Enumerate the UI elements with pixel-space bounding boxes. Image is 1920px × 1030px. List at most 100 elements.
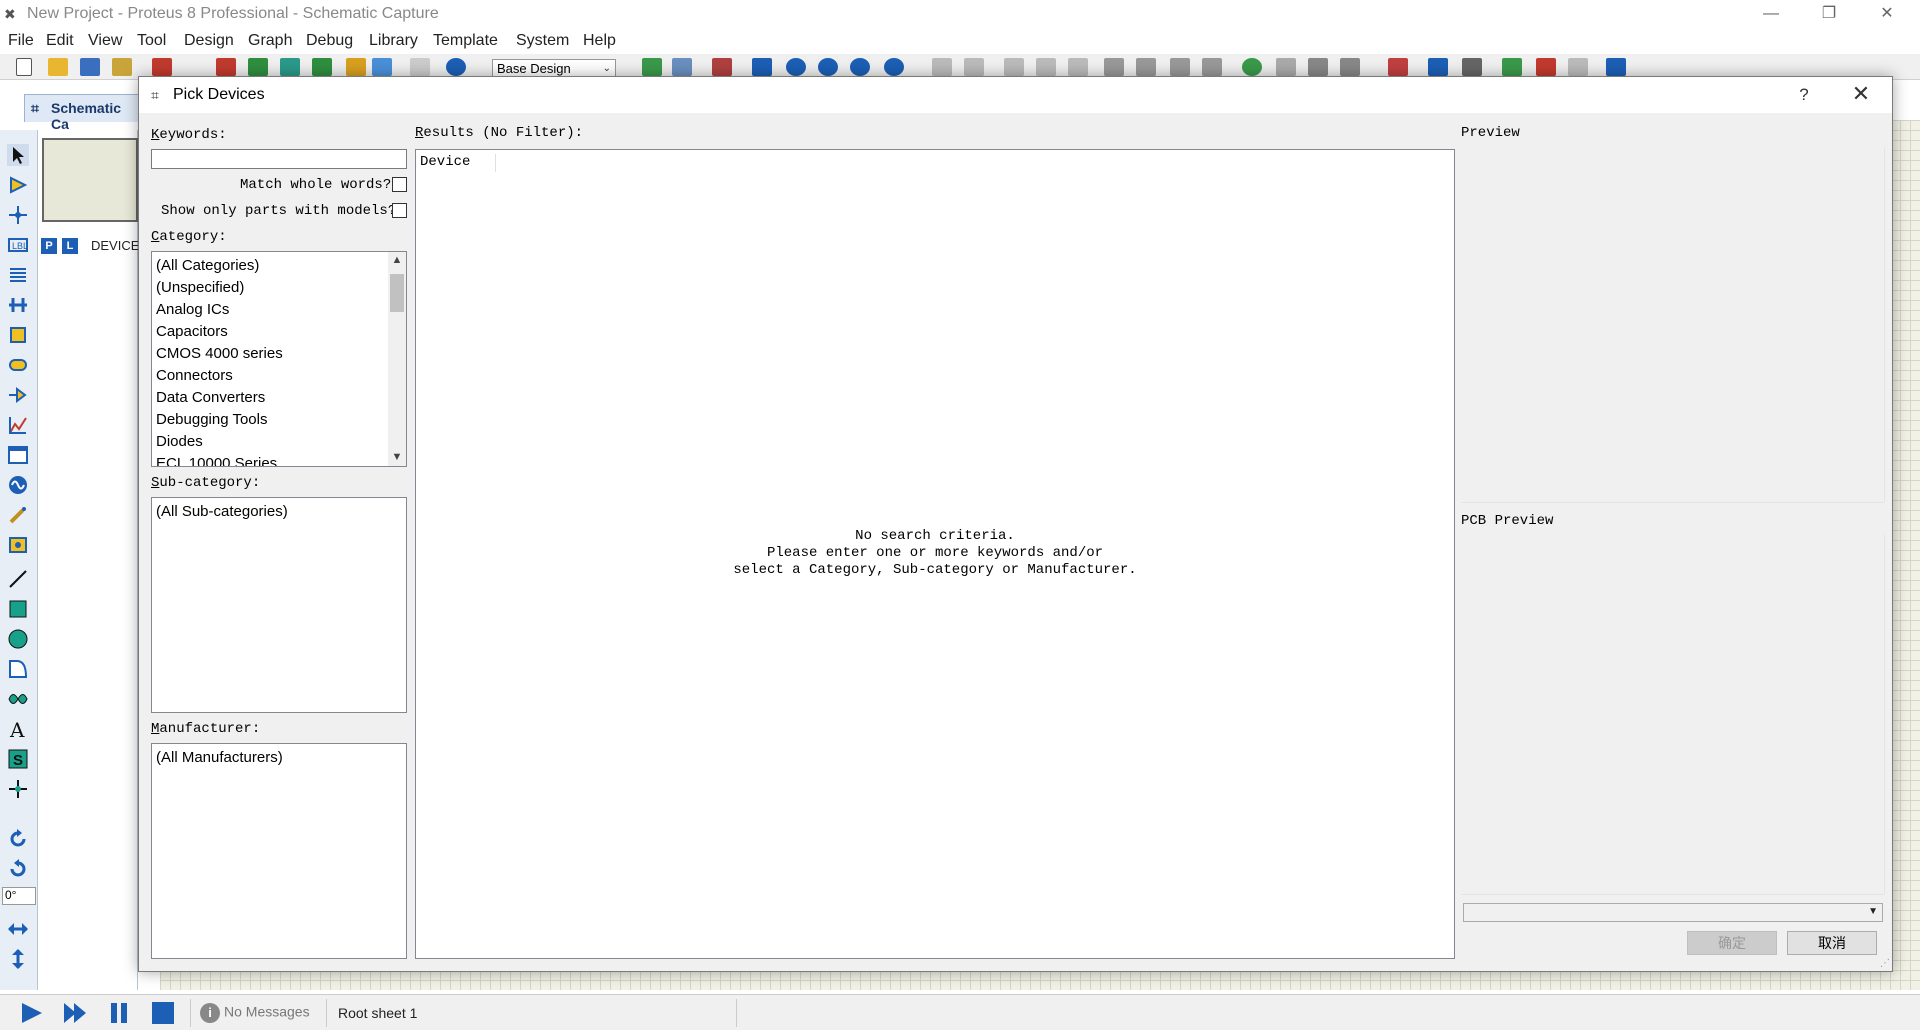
manufacturer-listbox[interactable]: (All Manufacturers) [151,743,407,959]
box-tool-icon[interactable] [7,598,29,620]
property-tool-icon[interactable] [1462,58,1482,76]
grid-icon[interactable] [672,58,692,76]
probe-mode-icon[interactable] [7,504,29,526]
ok-button[interactable]: 确定 [1687,931,1777,955]
undo-icon[interactable] [932,58,952,76]
remove-sheet-icon[interactable] [1536,58,1556,76]
bus-icon[interactable] [7,294,29,316]
active-popup-icon[interactable] [7,444,29,466]
tab-schematic-capture[interactable]: ⌗ Schematic Ca [24,94,140,132]
list-item[interactable]: Diodes [152,431,406,453]
subcircuit-icon[interactable] [7,324,29,346]
new-sheet-icon[interactable] [1502,58,1522,76]
bom-icon[interactable] [346,58,366,76]
menu-system[interactable]: System [516,32,569,50]
stop-icon[interactable] [150,1001,176,1025]
wire-autorouter-icon[interactable] [1388,58,1408,76]
text-script-icon[interactable] [7,264,29,286]
pause-icon[interactable] [106,1001,132,1025]
make-device-icon[interactable] [1276,58,1296,76]
menu-tool[interactable]: Tool [137,32,166,50]
list-item[interactable]: (All Sub-categories) [152,501,406,523]
scroll-up-icon[interactable]: ▲ [388,252,406,269]
junction-dot-icon[interactable] [7,204,29,226]
symbol-tool-icon[interactable]: S [7,748,29,770]
device-pins-icon[interactable] [7,384,29,406]
restore-button[interactable]: ❐ [1800,0,1858,30]
menu-help[interactable]: Help [583,32,616,50]
menu-file[interactable]: File [8,32,34,50]
block-rotate-icon[interactable] [1170,58,1190,76]
list-item[interactable]: (All Categories) [152,255,406,277]
mirror-horizontal-icon[interactable] [7,918,29,940]
search-part-icon[interactable] [1428,58,1448,76]
schematic-icon[interactable] [216,58,236,76]
keywords-input[interactable] [151,149,407,169]
exit-to-parent-icon[interactable] [1568,58,1588,76]
selection-mode-icon[interactable] [7,144,29,166]
notes-icon[interactable] [410,58,430,76]
refresh-icon[interactable] [642,58,662,76]
list-item[interactable]: (Unspecified) [152,277,406,299]
graph-mode-icon[interactable] [7,414,29,436]
list-item[interactable]: Analog ICs [152,299,406,321]
subcategory-listbox[interactable]: (All Sub-categories) [151,497,407,713]
open-folder-icon[interactable] [48,58,68,76]
pcb-layout-icon[interactable] [248,58,268,76]
rotation-angle-field[interactable]: 0° [2,887,36,905]
messages-indicator[interactable]: i No Messages [200,1003,310,1023]
scroll-thumb[interactable] [390,274,404,312]
new-file-icon[interactable] [16,58,32,76]
virtual-instruments-icon[interactable] [7,534,29,556]
list-item[interactable]: Debugging Tools [152,409,406,431]
list-item[interactable]: Capacitors [152,321,406,343]
list-item[interactable]: Data Converters [152,387,406,409]
menu-design[interactable]: Design [184,32,234,50]
cut-icon[interactable] [1004,58,1024,76]
show-only-models-checkbox[interactable] [392,203,407,218]
overview-window[interactable] [42,138,138,222]
marker-tool-icon[interactable] [7,778,29,800]
dialog-close-button[interactable]: ✕ [1846,81,1876,107]
component-mode-icon[interactable] [7,174,29,196]
mirror-vertical-icon[interactable] [7,948,29,970]
zoom-out-icon[interactable] [818,58,838,76]
menu-library[interactable]: Library [369,32,418,50]
source-code-icon[interactable] [372,58,392,76]
step-icon[interactable] [62,1001,88,1025]
pcb-package-select[interactable]: ▼ [1463,903,1883,922]
zoom-area-icon[interactable] [884,58,904,76]
arc-tool-icon[interactable] [7,658,29,680]
block-move-icon[interactable] [1136,58,1156,76]
menu-debug[interactable]: Debug [306,32,353,50]
line-tool-icon[interactable] [7,568,29,590]
zoom-all-icon[interactable] [850,58,870,76]
wire-label-icon[interactable]: LBL [7,234,29,256]
decompose-icon[interactable] [1340,58,1360,76]
list-item[interactable]: ECL 10000 Series [152,453,406,466]
scroll-down-icon[interactable]: ▼ [388,449,406,466]
origin-icon[interactable] [712,58,732,76]
menu-graph[interactable]: Graph [248,32,292,50]
generator-mode-icon[interactable] [7,474,29,496]
redo-icon[interactable] [964,58,984,76]
resize-grip-icon[interactable]: ⋰ [1880,958,1890,969]
save-icon[interactable] [80,58,100,76]
netlist-icon[interactable] [1606,58,1626,76]
home-icon[interactable] [152,58,172,76]
results-list[interactable]: Device No search criteria. Please enter … [415,149,1455,959]
list-item[interactable]: (All Manufacturers) [152,747,406,769]
menu-template[interactable]: Template [433,32,498,50]
terminals-icon[interactable] [7,354,29,376]
category-scrollbar[interactable]: ▲ ▼ [388,252,406,466]
results-column-device[interactable]: Device [420,154,496,172]
gerber-icon[interactable] [312,58,332,76]
minimize-button[interactable]: — [1742,0,1800,30]
pick-library-icon[interactable] [1242,58,1262,76]
cancel-button[interactable]: 取消 [1787,931,1877,955]
menu-edit[interactable]: Edit [46,32,74,50]
pick-devices-p-button[interactable]: P [41,238,57,254]
zoom-in-icon[interactable] [786,58,806,76]
path-tool-icon[interactable] [7,688,29,710]
block-copy-icon[interactable] [1104,58,1124,76]
